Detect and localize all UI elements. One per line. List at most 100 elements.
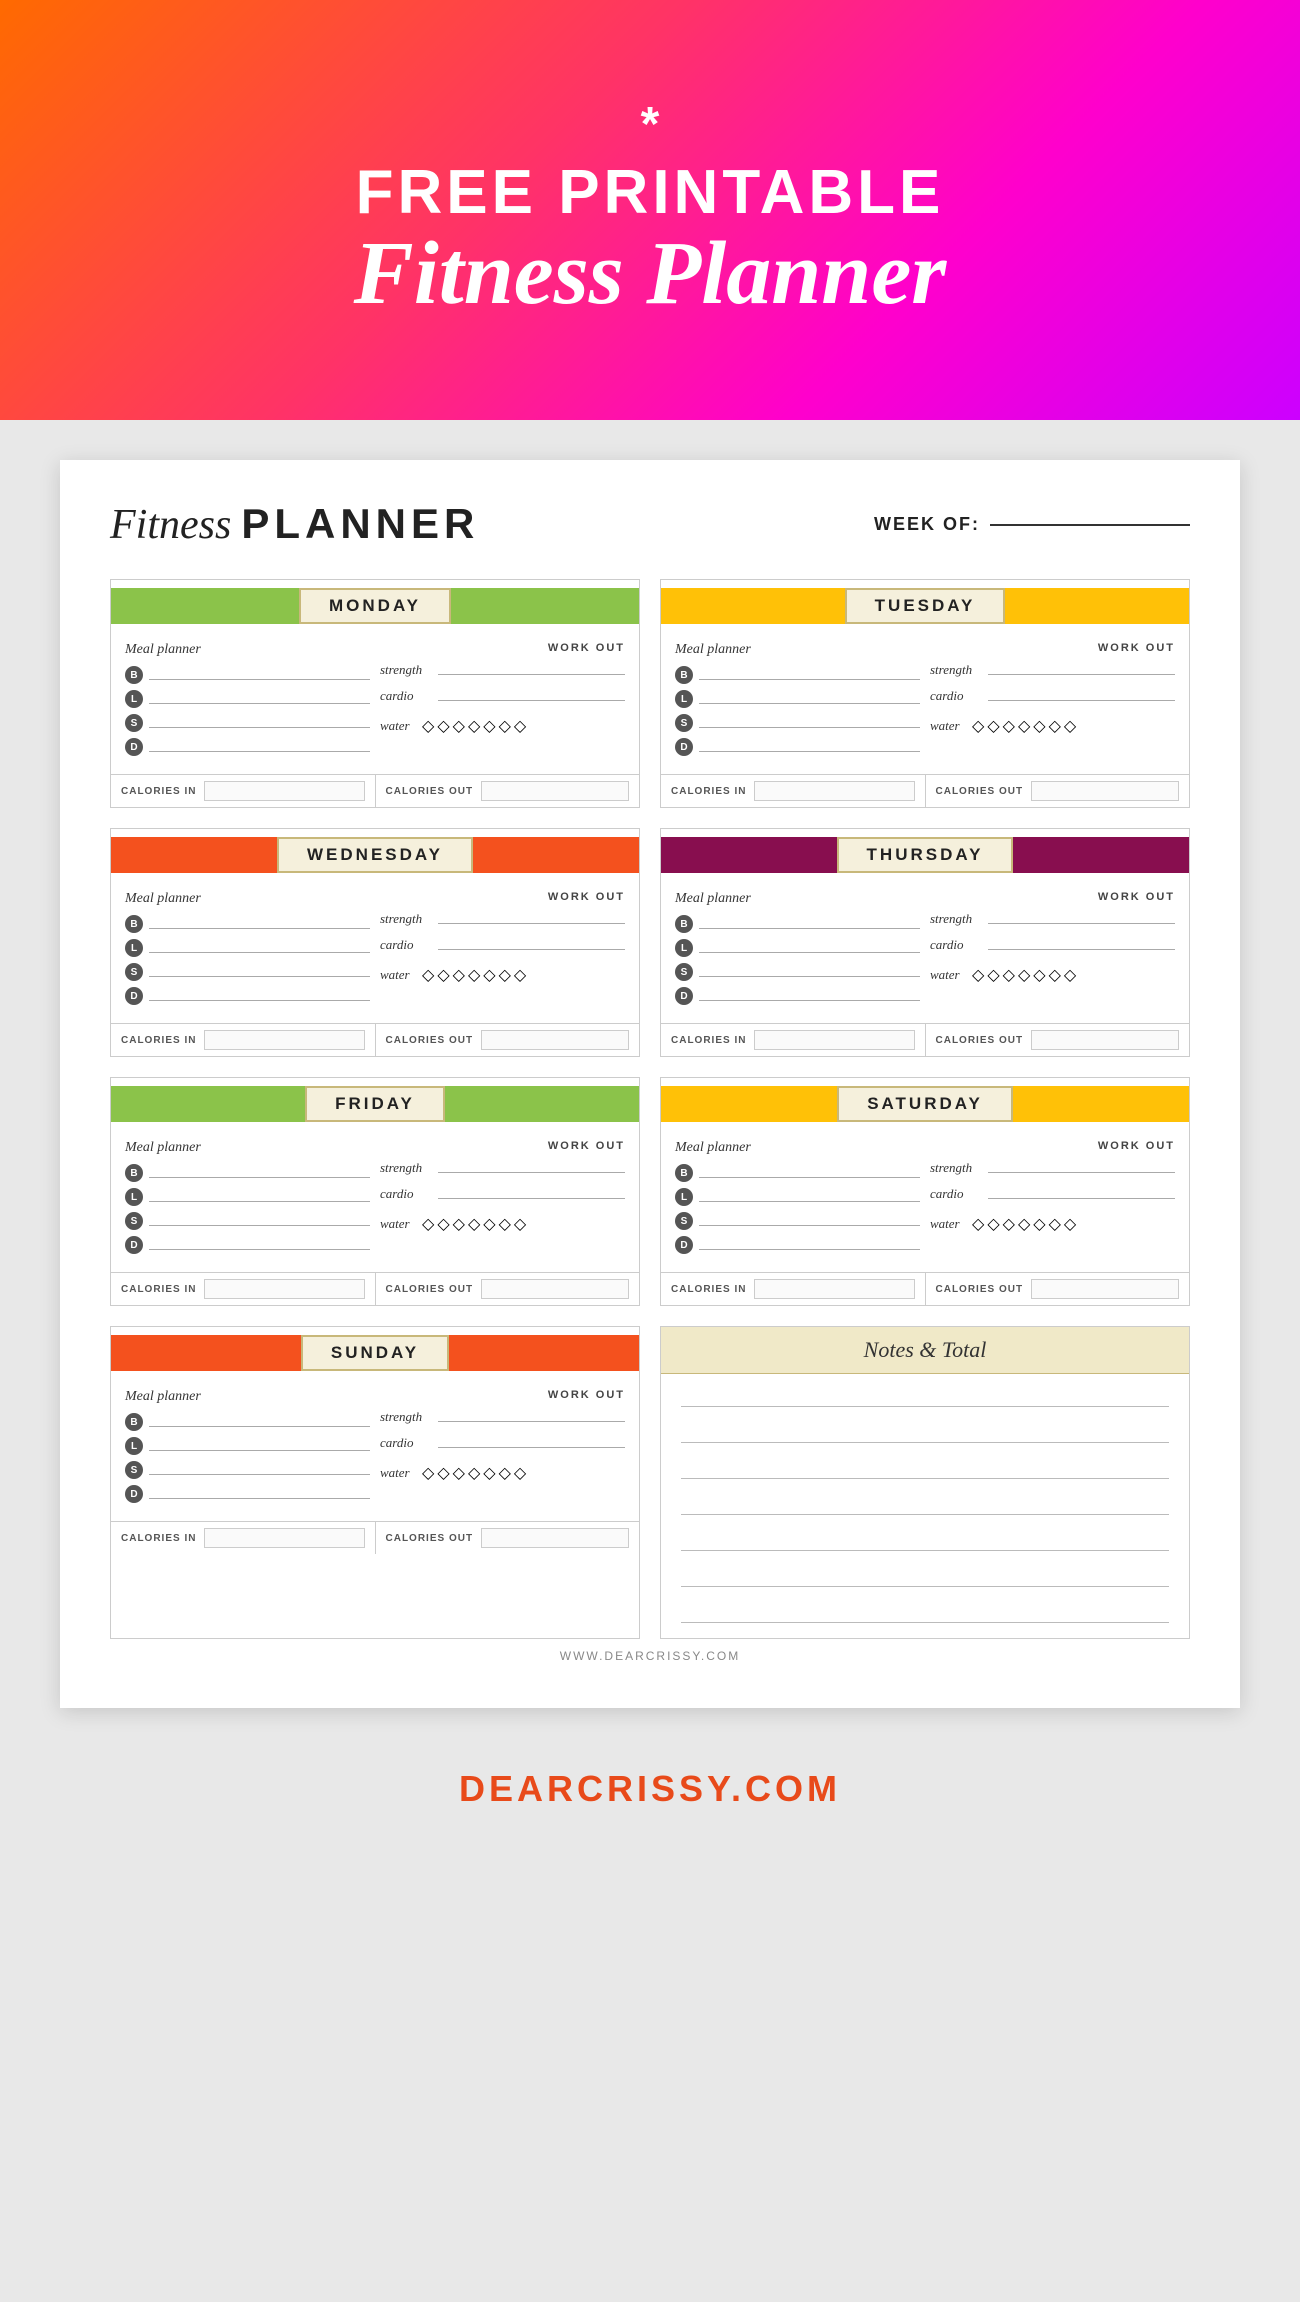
thu-calories-out-cell: CALORIES OUT <box>926 1024 1190 1056</box>
fri-cardio-line <box>438 1189 625 1199</box>
meal-item-s: S <box>125 714 370 732</box>
fri-meal-dot-b: B <box>125 1164 143 1182</box>
meal-line-s <box>149 718 370 728</box>
sun-water-drops: ◇ ◇ ◇ ◇ ◇ ◇ ◇ <box>422 1463 526 1483</box>
wednesday-workout-items: strength cardio water ◇ ◇ ◇ <box>380 911 625 985</box>
fri-meal-dot-l: L <box>125 1188 143 1206</box>
sunday-calories-row: CALORIES IN CALORIES OUT <box>111 1521 639 1554</box>
wed-water-drops: ◇ ◇ ◇ ◇ ◇ ◇ ◇ <box>422 965 526 985</box>
sun-calories-in-value[interactable] <box>204 1528 364 1548</box>
tue-water-item: water ◇ ◇ ◇ ◇ ◇ ◇ ◇ <box>930 716 1175 736</box>
calories-in-cell: CALORIES IN <box>111 775 376 807</box>
tue-drop-1: ◇ <box>972 716 984 736</box>
sat-drop-1: ◇ <box>972 1214 984 1234</box>
wed-workout-strength: strength <box>380 911 625 927</box>
tue-meal-item-s: S <box>675 714 920 732</box>
thu-meal-item-d: D <box>675 987 920 1005</box>
wed-meal-dot-l: L <box>125 939 143 957</box>
sat-calories-in-value[interactable] <box>754 1279 914 1299</box>
wed-calories-in-value[interactable] <box>204 1030 364 1050</box>
tue-cardio-label: cardio <box>930 688 982 704</box>
tue-meal-item-d: D <box>675 738 920 756</box>
thu-workout-cardio: cardio <box>930 937 1175 953</box>
sun-calories-in-cell: CALORIES IN <box>111 1522 376 1554</box>
cardio-line <box>438 691 625 701</box>
calories-out-value[interactable] <box>481 781 629 801</box>
sun-calories-out-value[interactable] <box>481 1528 629 1548</box>
sun-meal-item-b: B <box>125 1413 370 1431</box>
day-card-thursday: THURSDAY Meal planner B L <box>660 828 1190 1057</box>
sat-water-drops: ◇ ◇ ◇ ◇ ◇ ◇ ◇ <box>972 1214 1076 1234</box>
calories-in-value[interactable] <box>204 781 364 801</box>
tue-meal-dot-b: B <box>675 666 693 684</box>
fri-strength-label: strength <box>380 1160 432 1176</box>
drop-1: ◇ <box>422 716 434 736</box>
fri-calories-out-value[interactable] <box>481 1279 629 1299</box>
cardio-label: cardio <box>380 688 432 704</box>
wed-meal-line-s <box>149 967 370 977</box>
sun-meal-item-l: L <box>125 1437 370 1455</box>
thu-calories-out-value[interactable] <box>1031 1030 1179 1050</box>
strength-line <box>438 665 625 675</box>
sat-meal-line-s <box>699 1216 920 1226</box>
thursday-meal-title: Meal planner <box>675 891 920 907</box>
fri-calories-in-value[interactable] <box>204 1279 364 1299</box>
friday-label: FRIDAY <box>305 1086 445 1122</box>
sat-water-item: water ◇ ◇ ◇ ◇ ◇ ◇ ◇ <box>930 1214 1175 1234</box>
fri-strength-line <box>438 1163 625 1173</box>
fri-meal-line-b <box>149 1168 370 1178</box>
saturday-meal-title: Meal planner <box>675 1140 920 1156</box>
thu-drop-4: ◇ <box>1018 965 1030 985</box>
wed-calories-out-cell: CALORIES OUT <box>376 1024 640 1056</box>
thu-drop-1: ◇ <box>972 965 984 985</box>
wed-meal-line-b <box>149 919 370 929</box>
sun-water-label: water <box>380 1465 418 1481</box>
wed-meal-dot-d: D <box>125 987 143 1005</box>
thursday-meal-section: Meal planner B L S <box>675 891 920 1005</box>
notes-title: Notes & Total <box>661 1327 1189 1374</box>
thu-meal-line-b <box>699 919 920 929</box>
thu-calories-in-value[interactable] <box>754 1030 914 1050</box>
sat-meal-dot-s: S <box>675 1212 693 1230</box>
wed-meal-line-d <box>149 991 370 1001</box>
friday-calories-row: CALORIES IN CALORIES OUT <box>111 1272 639 1305</box>
saturday-calories-row: CALORIES IN CALORIES OUT <box>661 1272 1189 1305</box>
tue-workout-cardio: cardio <box>930 688 1175 704</box>
sun-meal-dot-s: S <box>125 1461 143 1479</box>
wed-drop-2: ◇ <box>437 965 449 985</box>
saturday-meal-items: B L S D <box>675 1164 920 1254</box>
thu-cardio-label: cardio <box>930 937 982 953</box>
sat-cardio-label: cardio <box>930 1186 982 1202</box>
sat-calories-out-value[interactable] <box>1031 1279 1179 1299</box>
fri-drop-6: ◇ <box>499 1214 511 1234</box>
footer-brand: DEARCRISSY.COM <box>0 1748 1300 1840</box>
drop-6: ◇ <box>499 716 511 736</box>
sat-drop-3: ◇ <box>1003 1214 1015 1234</box>
thursday-calories-row: CALORIES IN CALORIES OUT <box>661 1023 1189 1056</box>
sat-meal-item-s: S <box>675 1212 920 1230</box>
free-printable-label: FREE PRINTABLE <box>356 162 945 224</box>
sat-meal-dot-d: D <box>675 1236 693 1254</box>
fri-meal-item-b: B <box>125 1164 370 1182</box>
wed-calories-out-value[interactable] <box>481 1030 629 1050</box>
sunday-label: SUNDAY <box>301 1335 449 1371</box>
sat-meal-line-b <box>699 1168 920 1178</box>
sun-calories-out-label: CALORIES OUT <box>386 1533 474 1544</box>
wed-drop-1: ◇ <box>422 965 434 985</box>
tue-calories-in-value[interactable] <box>754 781 914 801</box>
thu-water-label: water <box>930 967 968 983</box>
day-card-wednesday: WEDNESDAY Meal planner B L <box>110 828 640 1057</box>
calories-in-label: CALORIES IN <box>121 786 196 797</box>
tue-meal-line-b <box>699 670 920 680</box>
tue-calories-out-value[interactable] <box>1031 781 1179 801</box>
wed-drop-3: ◇ <box>453 965 465 985</box>
friday-workout-title: WORK OUT <box>380 1140 625 1152</box>
tue-drop-7: ◇ <box>1064 716 1076 736</box>
meal-item-l: L <box>125 690 370 708</box>
sat-meal-item-d: D <box>675 1236 920 1254</box>
thursday-workout-section: WORK OUT strength cardio water <box>920 891 1175 1005</box>
wed-drop-7: ◇ <box>514 965 526 985</box>
tuesday-body: Meal planner B L S <box>661 632 1189 766</box>
sun-drop-5: ◇ <box>483 1463 495 1483</box>
thu-meal-line-l <box>699 943 920 953</box>
